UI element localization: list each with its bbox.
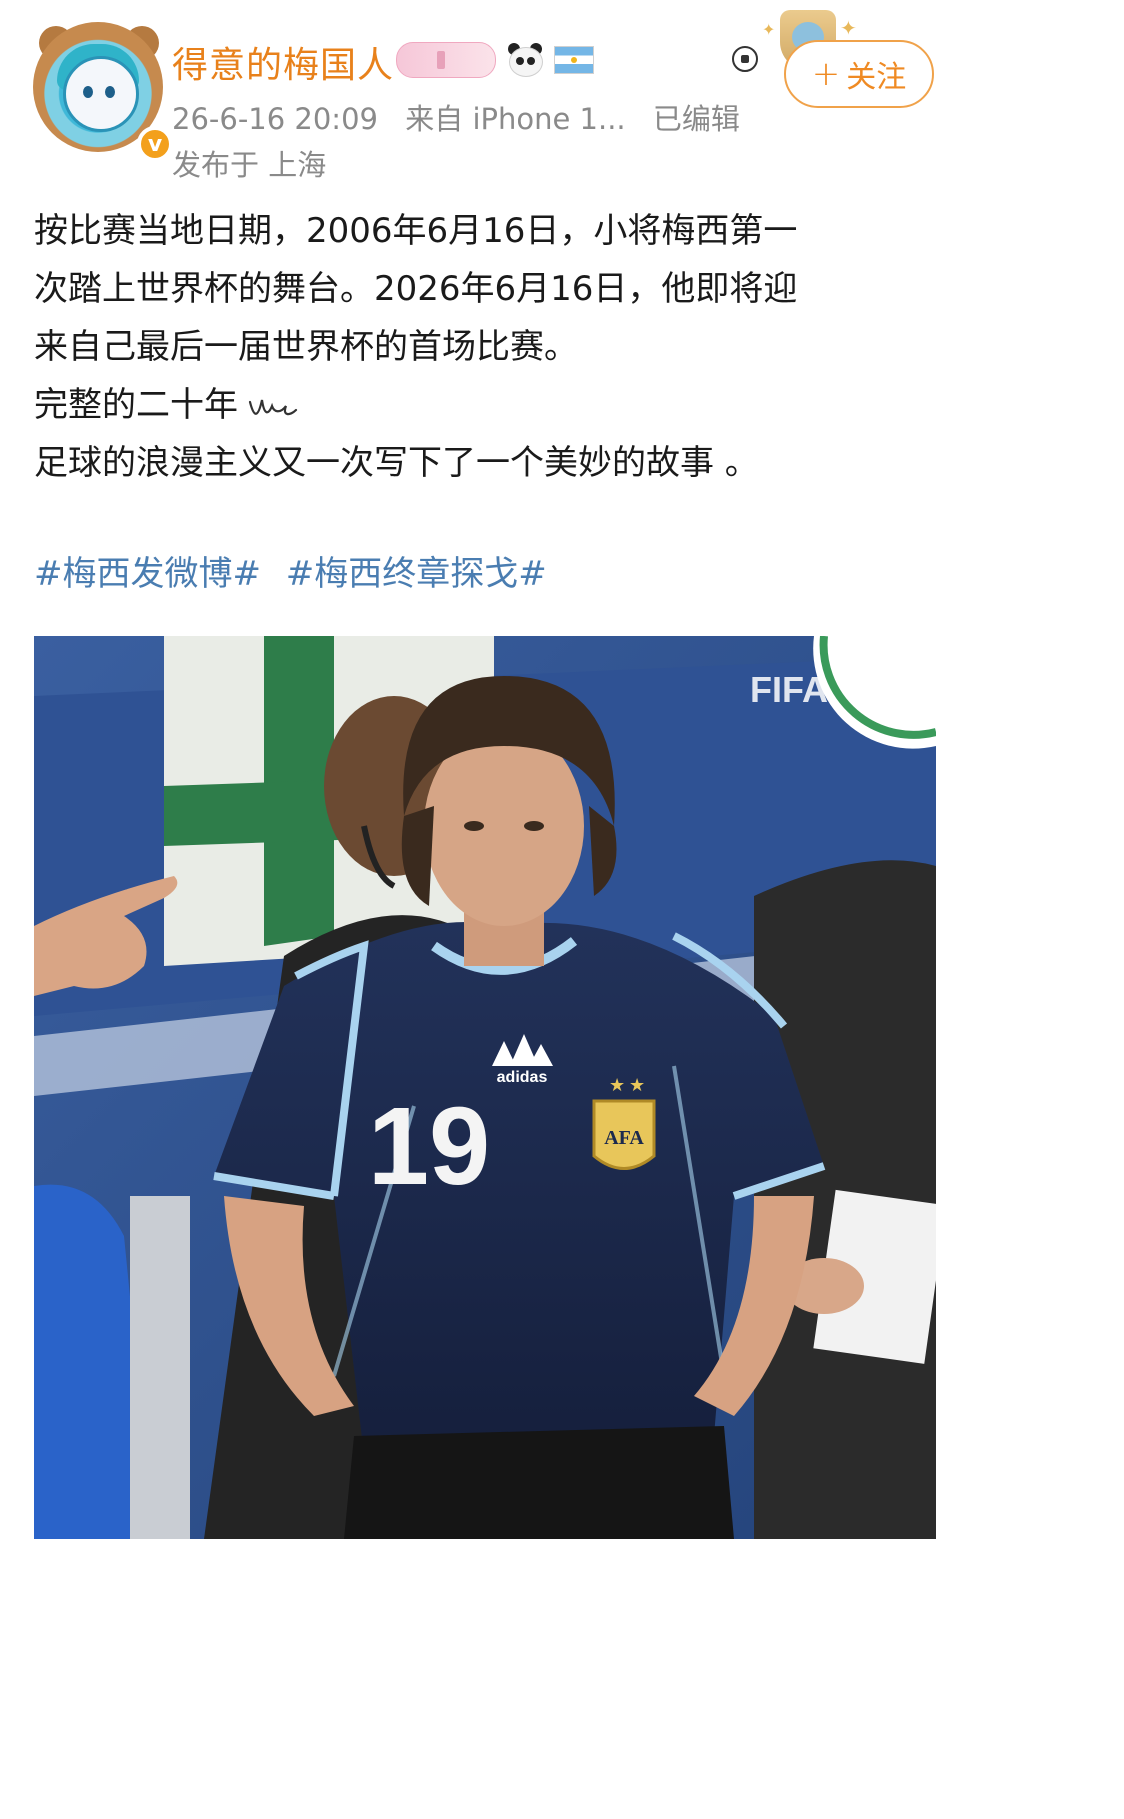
post-time: 26-6-16 20:09 [172,102,378,136]
hashtag-row: #梅西发微博# #梅西终章探戈# [34,546,561,595]
hashtag-link[interactable]: #梅西终章探戈# [286,554,547,594]
post-line: 来自己最后一届世界杯的首场比赛。 [34,327,578,367]
hashtag-link[interactable]: #梅西发微博# [34,554,261,594]
panda-badge-icon[interactable] [506,43,544,77]
svg-text:★: ★ [629,1075,645,1096]
avatar-eye [105,86,115,98]
avatar-eye [83,86,93,98]
post-meta: 26-6-16 20:09 来自 iPhone 1... 已编辑 [172,96,740,138]
post-line: 完整的二十年 [34,385,238,425]
avatar[interactable]: v [33,22,173,162]
plus-icon: + [811,54,841,94]
follow-label: 关注 [846,60,907,95]
adidas-logo-text: adidas [497,1069,548,1086]
photo-illustration: FIFA adidas 19 AFA ★ ★ [34,636,936,1539]
post-line: 足球的浪漫主义又一次写下了一个美妙的故事 。 [34,443,759,483]
follow-button[interactable]: + 关注 [784,40,934,108]
football-icon [732,46,758,72]
avatar-face [63,56,139,132]
fifa-watermark: FIFA [750,669,828,710]
post-text: 按比赛当地日期，2006年6月16日，小将梅西第一 次踏上世界杯的舞台。2026… [34,202,914,492]
post-line: 次踏上世界杯的舞台。2026年6月16日，他即将迎 [34,269,798,309]
argentina-flag-icon[interactable] [554,46,594,74]
fan-level-badge-icon[interactable] [396,42,496,78]
post-line: 按比赛当地日期，2006年6月16日，小将梅西第一 [34,211,798,251]
post-photo[interactable]: FIFA adidas 19 AFA ★ ★ [34,636,936,1539]
edited-label[interactable]: 已编辑 [653,102,740,136]
jersey-number: 19 [368,1085,490,1208]
sparkle-icon: ✦ [762,20,776,39]
user-badges [396,42,594,78]
post-device: iPhone 1... [472,102,626,136]
svg-text:★: ★ [609,1075,625,1096]
signature-emoji-icon [248,399,298,415]
post-location: 发布于 上海 [172,148,327,182]
username[interactable]: 得意的梅国人 [172,36,394,88]
post-line-with-emoji: 完整的二十年 [34,376,914,434]
verified-badge-icon: v [137,126,173,162]
post-header: v 得意的梅国人 26-6-16 20:09 来自 iPhone 1... 已编… [0,0,1124,210]
sparkle-icon: ✦ [840,16,857,40]
source-prefix: 来自 [405,102,464,136]
afa-crest-text: AFA [604,1127,644,1149]
